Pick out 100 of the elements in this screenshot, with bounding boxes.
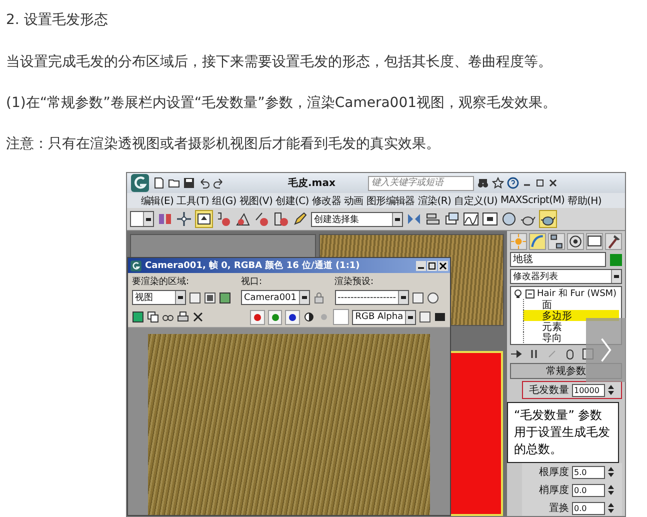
curve-icon[interactable] <box>529 233 546 250</box>
app-logo-icon[interactable] <box>130 173 150 193</box>
viewport-dropdown[interactable]: Camera001 <box>241 290 310 305</box>
display-icon[interactable] <box>586 233 603 250</box>
modifier-item[interactable]: Hair 和 Fur (WSM) <box>537 287 617 300</box>
menu-item[interactable]: 工具(T) <box>176 194 210 208</box>
spinner-field[interactable]: 5.0 <box>572 466 605 478</box>
window-icon[interactable] <box>419 311 432 323</box>
menu-item[interactable]: 组(G) <box>212 194 236 208</box>
paragraph: (1)在“常规参数”卷展栏内设置“毛发数量”参数，渲染Camera001视图，观察毛发效果。 <box>6 94 558 113</box>
dropdown[interactable] <box>130 211 154 227</box>
snap-icon[interactable] <box>216 211 232 227</box>
schematic-icon[interactable] <box>482 211 498 227</box>
curve-editor-icon[interactable] <box>463 211 479 227</box>
menu-item[interactable]: 渲染(R) <box>418 194 452 208</box>
menu-item[interactable]: 编辑(E) <box>141 194 174 208</box>
selection-set-dropdown[interactable]: 创建选择集 <box>311 212 403 226</box>
menu-item[interactable]: 修改器 <box>312 194 341 208</box>
remove-modifier-icon[interactable] <box>564 348 576 360</box>
menu-item[interactable]: 自定义(U) <box>454 194 498 208</box>
close-icon[interactable] <box>438 260 448 270</box>
channel-dropdown[interactable]: RGB Alpha <box>352 310 416 324</box>
light-bulb-icon[interactable] <box>513 288 523 298</box>
redo-icon[interactable] <box>213 177 225 189</box>
close-icon[interactable] <box>548 178 558 188</box>
lock-icon[interactable] <box>312 292 324 304</box>
percent-snap-icon[interactable] <box>254 211 270 227</box>
area-label: 要渲染的区域: <box>132 276 190 288</box>
parameter-label: 梢厚度 <box>538 484 569 497</box>
spinner-field[interactable]: 10000 <box>572 384 605 396</box>
render-setup-icon[interactable] <box>412 292 424 304</box>
copy-icon[interactable] <box>146 311 159 323</box>
pin-icon[interactable] <box>510 348 522 360</box>
hammer-icon[interactable] <box>605 233 622 250</box>
motion-icon[interactable] <box>567 233 584 250</box>
preset-label: 渲染预设: <box>334 276 375 288</box>
sub-object-item[interactable]: 多边形 <box>523 310 619 321</box>
align-icon[interactable] <box>425 211 441 227</box>
menu-item[interactable]: 帮助(H) <box>568 194 602 208</box>
display-icon[interactable] <box>434 311 446 323</box>
sub-object-item[interactable]: 元素 <box>523 321 562 332</box>
clear-icon[interactable] <box>192 311 204 323</box>
render-icon[interactable] <box>426 292 439 304</box>
viewport-label: 视口: <box>241 276 264 288</box>
spinner-arrows-icon[interactable] <box>608 503 614 513</box>
object-name-field[interactable]: 地毯 <box>510 252 606 267</box>
maximize-icon[interactable] <box>535 178 546 188</box>
print-icon[interactable] <box>176 311 189 323</box>
color-swatch[interactable] <box>333 309 350 325</box>
help-icon[interactable] <box>507 177 520 189</box>
auto-region-icon[interactable] <box>204 292 216 304</box>
spinner-snap-icon[interactable] <box>273 211 289 227</box>
save-image-icon[interactable] <box>132 311 144 323</box>
layers-icon[interactable] <box>444 211 460 227</box>
binoculars-icon[interactable] <box>477 177 490 189</box>
section-heading: 2. 设置毛发形态 <box>6 11 109 30</box>
render-window-title: Camera001, 帧 0, RGBA 颜色 16 位/通道 (1:1) <box>145 259 360 272</box>
color-channel-button[interactable] <box>285 310 300 324</box>
pencil-icon[interactable] <box>292 211 308 227</box>
parameter-label: 置换 <box>548 502 569 515</box>
spinner-arrows-icon[interactable] <box>608 485 614 495</box>
menu-item[interactable]: 图形编辑器 <box>366 194 415 208</box>
color-channel-button[interactable] <box>250 310 265 324</box>
preset-dropdown[interactable]: ------------------ <box>334 290 409 305</box>
open-folder-icon[interactable] <box>168 177 180 189</box>
move-icon[interactable] <box>176 211 192 227</box>
minimize-icon[interactable] <box>416 260 426 270</box>
maximize-icon[interactable] <box>427 260 437 270</box>
area-dropdown[interactable]: 视图 <box>132 290 186 305</box>
modifier-list-dropdown[interactable]: 修改器列表 <box>510 269 622 284</box>
star-icon[interactable] <box>492 177 504 189</box>
edit-region-icon[interactable] <box>189 292 201 304</box>
hierarchy-icon[interactable] <box>548 233 565 250</box>
spinner-field[interactable]: 0.0 <box>572 502 605 514</box>
undo-icon[interactable] <box>198 177 210 189</box>
callout-note: “毛发数量” 参数用于设置生成毛发的总数。 <box>507 402 619 463</box>
collapse-icon[interactable] <box>525 288 535 298</box>
spinner-field[interactable]: 0.0 <box>572 484 605 496</box>
search-field[interactable]: 键入关键字或短语 <box>368 176 474 190</box>
menu-item[interactable]: 动画 <box>344 194 364 208</box>
render-teapot-icon[interactable] <box>539 210 557 228</box>
spinner-arrows-icon[interactable] <box>608 467 614 477</box>
half-circle-icon[interactable] <box>303 311 316 323</box>
parameter-label: 毛发数量 <box>528 384 569 397</box>
new-file-icon[interactable] <box>153 177 165 189</box>
menu-item[interactable]: MAXScript(M) <box>500 195 565 206</box>
material-editor-icon[interactable] <box>501 211 517 227</box>
menu-item[interactable]: 视图(V) <box>239 194 273 208</box>
app-logo-icon <box>130 260 142 272</box>
parameter-label: 根厚度 <box>538 466 569 479</box>
select-tool-icon[interactable] <box>195 210 213 228</box>
object-color-swatch[interactable] <box>610 254 622 266</box>
save-icon[interactable] <box>183 177 195 189</box>
menu-item[interactable]: 创建(C) <box>276 194 309 208</box>
monitor-icon[interactable] <box>219 292 231 304</box>
paragraph: 注意：只有在渲染透视图或者摄影机视图后才能看到毛发的真实效果。 <box>6 135 441 154</box>
spinner-arrows-icon[interactable] <box>608 385 614 395</box>
sub-object-item[interactable]: 导向 <box>523 332 562 343</box>
color-channel-button[interactable] <box>268 310 282 324</box>
angle-snap-icon[interactable] <box>235 211 251 227</box>
